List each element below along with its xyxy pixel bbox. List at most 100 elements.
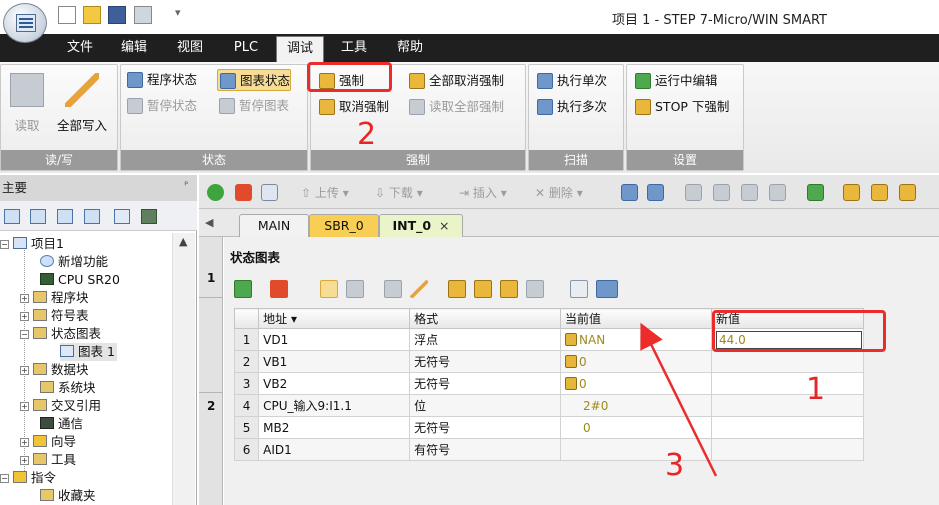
tree-item-program-block[interactable]: + 程序块	[20, 289, 89, 307]
write-all-button[interactable]: 全部写入	[51, 71, 113, 134]
compile-icon[interactable]	[261, 184, 278, 201]
cell-format[interactable]: 无符号	[409, 350, 562, 373]
cell-address[interactable]: AID1	[258, 438, 411, 461]
cell-format[interactable]: 无符号	[409, 372, 562, 395]
cell-new[interactable]	[711, 372, 864, 395]
menu-help[interactable]: 帮助	[386, 34, 434, 62]
pin-icon[interactable]: ᴾ	[184, 181, 188, 192]
unforce-icon[interactable]	[474, 280, 492, 298]
application-menu-button[interactable]	[3, 3, 47, 43]
table-row[interactable]: 2 VB1 无符号 0	[233, 350, 864, 373]
chart-status-toggle-icon[interactable]	[320, 280, 338, 298]
tree-tool-icon[interactable]	[57, 209, 73, 224]
toolbar-icon[interactable]	[713, 184, 730, 201]
lock-icon[interactable]	[843, 184, 860, 201]
run-icon[interactable]	[207, 184, 224, 201]
cell-address[interactable]: MB2	[258, 416, 411, 439]
edit-in-run-button[interactable]: 运行中编辑	[633, 70, 718, 92]
tree-tool-icon[interactable]	[141, 209, 157, 224]
tree-tool-icon[interactable]	[114, 209, 130, 224]
chart-status-button[interactable]: 图表状态	[217, 69, 292, 91]
write-pencil-icon[interactable]	[410, 280, 428, 298]
cell-format[interactable]: 浮点	[409, 328, 562, 351]
menu-debug[interactable]: 调试	[276, 36, 324, 62]
cell-new[interactable]	[711, 438, 864, 461]
expand-icon[interactable]: +	[20, 456, 29, 465]
tree-tool-icon[interactable]	[4, 209, 20, 224]
unlock-icon[interactable]	[871, 184, 888, 201]
read-all-forced-icon[interactable]	[526, 280, 544, 298]
cell-format[interactable]: 无符号	[409, 416, 562, 439]
tree-item-symbol-table[interactable]: + 符号表	[20, 307, 89, 325]
pause-status-button[interactable]: 暂停状态	[125, 95, 197, 117]
table-row[interactable]: 5 MB2 无符号 0	[233, 416, 864, 439]
cell-format[interactable]: 有符号	[409, 438, 562, 461]
toolbar-icon[interactable]	[741, 184, 758, 201]
unforce-all-icon[interactable]	[500, 280, 518, 298]
read-button[interactable]: 读取	[7, 71, 47, 134]
cell-address[interactable]: VD1	[258, 328, 411, 351]
force-lock-icon[interactable]	[448, 280, 466, 298]
upload-button[interactable]: ⇧ 上传 ▾	[301, 184, 349, 202]
expand-icon[interactable]: +	[20, 366, 29, 375]
tree-item-system-block[interactable]: 系统块	[40, 379, 96, 397]
program-status-button[interactable]: 程序状态	[125, 69, 197, 91]
cell-new[interactable]	[711, 350, 864, 373]
tree-tool-icon[interactable]	[30, 209, 46, 224]
save-icon[interactable]	[108, 6, 126, 24]
insert-button[interactable]: ⇥ 插入 ▾	[459, 184, 507, 202]
scroll-up-icon[interactable]: ▲	[179, 235, 187, 248]
menu-file[interactable]: 文件	[56, 34, 104, 62]
unforce-all-button[interactable]: 全部取消强制	[407, 70, 504, 92]
tree-item-chart-1[interactable]: 图表 1	[60, 343, 117, 361]
toolbar-icon[interactable]	[384, 280, 402, 298]
cell-new[interactable]	[711, 416, 864, 439]
tree-item-wizard[interactable]: + 向导	[20, 433, 76, 451]
column-header-format[interactable]: 格式	[409, 308, 562, 329]
expand-icon[interactable]: +	[20, 402, 29, 411]
trend-chart-icon[interactable]	[570, 280, 588, 298]
tree-item-tools[interactable]: + 工具	[20, 451, 76, 469]
unforce-all-icon[interactable]	[899, 184, 916, 201]
tree-scrollbar[interactable]: ▲	[172, 233, 195, 505]
tag-icon[interactable]	[596, 280, 618, 298]
table-row[interactable]: 6 AID1 有符号	[233, 438, 864, 461]
read-all-forced-button[interactable]: 读取全部强制	[407, 96, 504, 118]
tab-int-0[interactable]: INT_0 ×	[379, 214, 463, 238]
table-row[interactable]: 3 VB2 无符号 0	[233, 372, 864, 395]
tree-item-new-features[interactable]: 新增功能	[40, 253, 108, 271]
tab-main[interactable]: MAIN	[239, 214, 309, 238]
pause-chart-button[interactable]: 暂停图表	[217, 95, 289, 117]
insert-row-icon[interactable]	[234, 280, 252, 298]
expand-icon[interactable]: +	[20, 294, 29, 303]
collapse-icon[interactable]: −	[20, 330, 29, 339]
single-scan-button[interactable]: 执行单次	[535, 70, 607, 92]
cell-address[interactable]: CPU_输入9:I1.1	[258, 394, 411, 417]
tree-item-cross-reference[interactable]: + 交叉引用	[20, 397, 101, 415]
stop-icon[interactable]	[235, 184, 252, 201]
tree-item-cpu[interactable]: CPU SR20	[40, 271, 120, 289]
chart-status-icon[interactable]	[647, 184, 664, 201]
close-icon[interactable]: ×	[439, 218, 449, 233]
column-header-current[interactable]: 当前值	[560, 308, 712, 329]
delete-button[interactable]: ✕ 删除 ▾	[535, 184, 583, 202]
collapse-icon[interactable]: −	[0, 474, 9, 483]
cell-address[interactable]: VB1	[258, 350, 411, 373]
unforce-button[interactable]: 取消强制	[317, 96, 389, 118]
cell-format[interactable]: 位	[409, 394, 562, 417]
menu-plc[interactable]: PLC	[222, 34, 270, 62]
tree-item-status-chart[interactable]: − 状态图表	[20, 325, 101, 343]
tab-scroll-left-icon[interactable]: ◀	[205, 216, 213, 229]
menu-edit[interactable]: 编辑	[110, 34, 158, 62]
cell-address[interactable]: VB2	[258, 372, 411, 395]
pause-chart-icon[interactable]	[346, 280, 364, 298]
program-status-icon[interactable]	[621, 184, 638, 201]
download-button[interactable]: ⇩ 下载 ▾	[375, 184, 423, 202]
expand-icon[interactable]: +	[20, 312, 29, 321]
menu-view[interactable]: 视图	[166, 34, 214, 62]
quick-access-dropdown-icon[interactable]: ▾	[175, 6, 181, 19]
open-folder-icon[interactable]	[83, 6, 101, 24]
menu-tools[interactable]: 工具	[330, 34, 378, 62]
goto-icon[interactable]	[807, 184, 824, 201]
multiple-scan-button[interactable]: 执行多次	[535, 96, 607, 118]
